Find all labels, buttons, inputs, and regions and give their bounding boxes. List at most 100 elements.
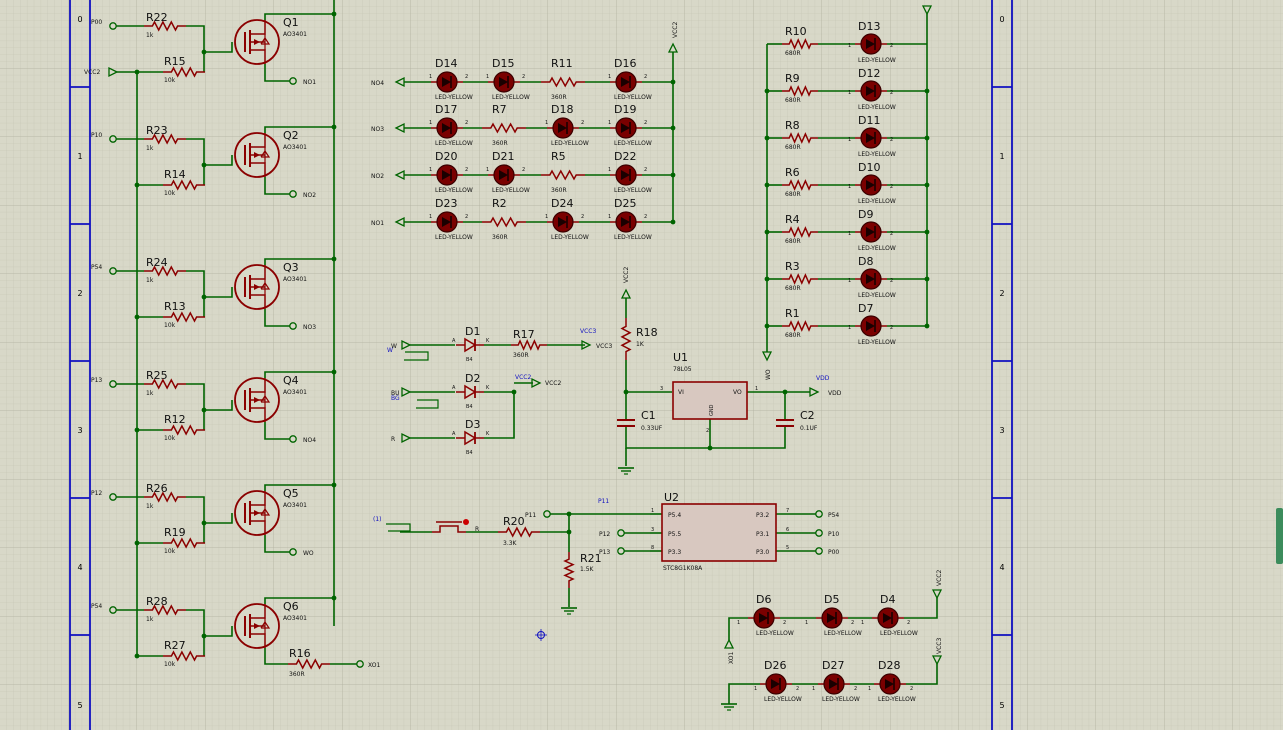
ref-label: R22 (146, 11, 168, 24)
value-label: LED-YELLOW (764, 696, 802, 703)
ref-label: C2 (800, 409, 815, 422)
pin-number: 7 (786, 508, 789, 514)
value-label: 360R (492, 234, 508, 241)
value-label: LED-YELLOW (492, 187, 530, 194)
junction (924, 135, 930, 141)
value-label: 1k (146, 277, 154, 284)
pin-number: 2 (890, 184, 893, 190)
pin-label: VI (678, 389, 684, 396)
ref-label: R3 (785, 260, 800, 273)
junction (670, 125, 676, 131)
net-label: VDD (828, 390, 842, 397)
pin-label: A (452, 385, 456, 391)
net-label: R (391, 436, 395, 443)
value-label: 1.5K (580, 566, 595, 573)
net-terminal (815, 547, 823, 555)
value-label: LED-YELLOW (756, 630, 794, 637)
pin-number: 2 (644, 74, 647, 80)
pin-number: 1 (805, 620, 808, 626)
ref-label: D19 (614, 103, 636, 116)
junction (331, 595, 337, 601)
value-label: B4 (466, 404, 473, 410)
ref-label: D23 (435, 197, 457, 210)
net-label: NO4 (371, 80, 384, 87)
net-label: NO1 (303, 79, 316, 86)
ref-label: R17 (513, 328, 535, 341)
net-label: P10 (828, 531, 839, 538)
net-label: NO3 (303, 324, 316, 331)
output-terminal (356, 660, 364, 668)
junction (134, 427, 140, 433)
net-label: XO1 (728, 652, 735, 664)
value-label: AO3401 (283, 276, 307, 283)
ref-label: R20 (503, 515, 525, 528)
value-label: LED-YELLOW (551, 140, 589, 147)
pin-number: 2 (890, 325, 893, 331)
junction (924, 88, 930, 94)
value-label: 360R (551, 187, 567, 194)
value-label: LED-YELLOW (858, 339, 896, 346)
net-terminal (617, 547, 625, 555)
junction (201, 633, 207, 639)
value-label: B4 (466, 450, 473, 456)
value-label: 680R (785, 50, 801, 57)
output-terminal (289, 322, 297, 330)
pin-number: 1 (608, 214, 611, 220)
border-row-number: 4 (999, 563, 1004, 572)
junction (201, 294, 207, 300)
ref-label: D14 (435, 57, 457, 70)
ref-label: Q1 (283, 16, 299, 29)
value-label: 360R (551, 94, 567, 101)
ref-label: Q5 (283, 487, 299, 500)
junction (924, 276, 930, 282)
input-terminal (109, 606, 117, 614)
output-terminal (289, 190, 297, 198)
ref-label: D24 (551, 197, 573, 210)
value-label: 3.3K (503, 540, 518, 547)
ref-label: D21 (492, 150, 514, 163)
input-terminal (109, 22, 117, 30)
value-label: 1k (146, 503, 154, 510)
ref-label: D15 (492, 57, 514, 70)
pin-number: 2 (465, 120, 468, 126)
pin-label: P3.2 (756, 512, 769, 519)
value-label: LED-YELLOW (614, 187, 652, 194)
net-label: P10 (91, 132, 102, 139)
net-label: VDD (816, 375, 830, 382)
pin-number: 1 (848, 137, 851, 143)
pin-number: 2 (644, 120, 647, 126)
pin-number: 8 (651, 545, 654, 551)
net-label: VCC2 (936, 570, 943, 586)
ref-label: R7 (492, 103, 507, 116)
ref-label: R1 (785, 307, 800, 320)
ref-label: R2 (492, 197, 507, 210)
junction (707, 445, 713, 451)
border-row-number: 0 (999, 15, 1004, 24)
junction (511, 389, 517, 395)
ref-label: R15 (164, 55, 186, 68)
net-label: P12 (91, 490, 102, 497)
junction (134, 314, 140, 320)
junction (331, 369, 337, 375)
border-row-number: 2 (77, 289, 82, 298)
pin-number: 2 (890, 43, 893, 49)
ref-label: R25 (146, 369, 168, 382)
pin-number: 1 (429, 74, 432, 80)
junction (670, 219, 676, 225)
scrollbar-handle[interactable] (1276, 508, 1283, 564)
pin-number: 2 (522, 167, 525, 173)
value-label: LED-YELLOW (492, 94, 530, 101)
ref-label: R27 (164, 639, 186, 652)
pin-number: 1 (651, 508, 654, 514)
pin-number: 1 (608, 74, 611, 80)
border-row-number: 0 (77, 15, 82, 24)
pin-number: 1 (608, 167, 611, 173)
value-label: 360R (492, 140, 508, 147)
net-label: VCC2 (515, 374, 531, 381)
net-label: VCC2 (545, 380, 561, 387)
border-row-number: 5 (77, 701, 82, 710)
junction (764, 135, 770, 141)
value-label: 360R (289, 671, 305, 678)
value-label: 10k (164, 190, 176, 197)
pin-number: 1 (429, 214, 432, 220)
